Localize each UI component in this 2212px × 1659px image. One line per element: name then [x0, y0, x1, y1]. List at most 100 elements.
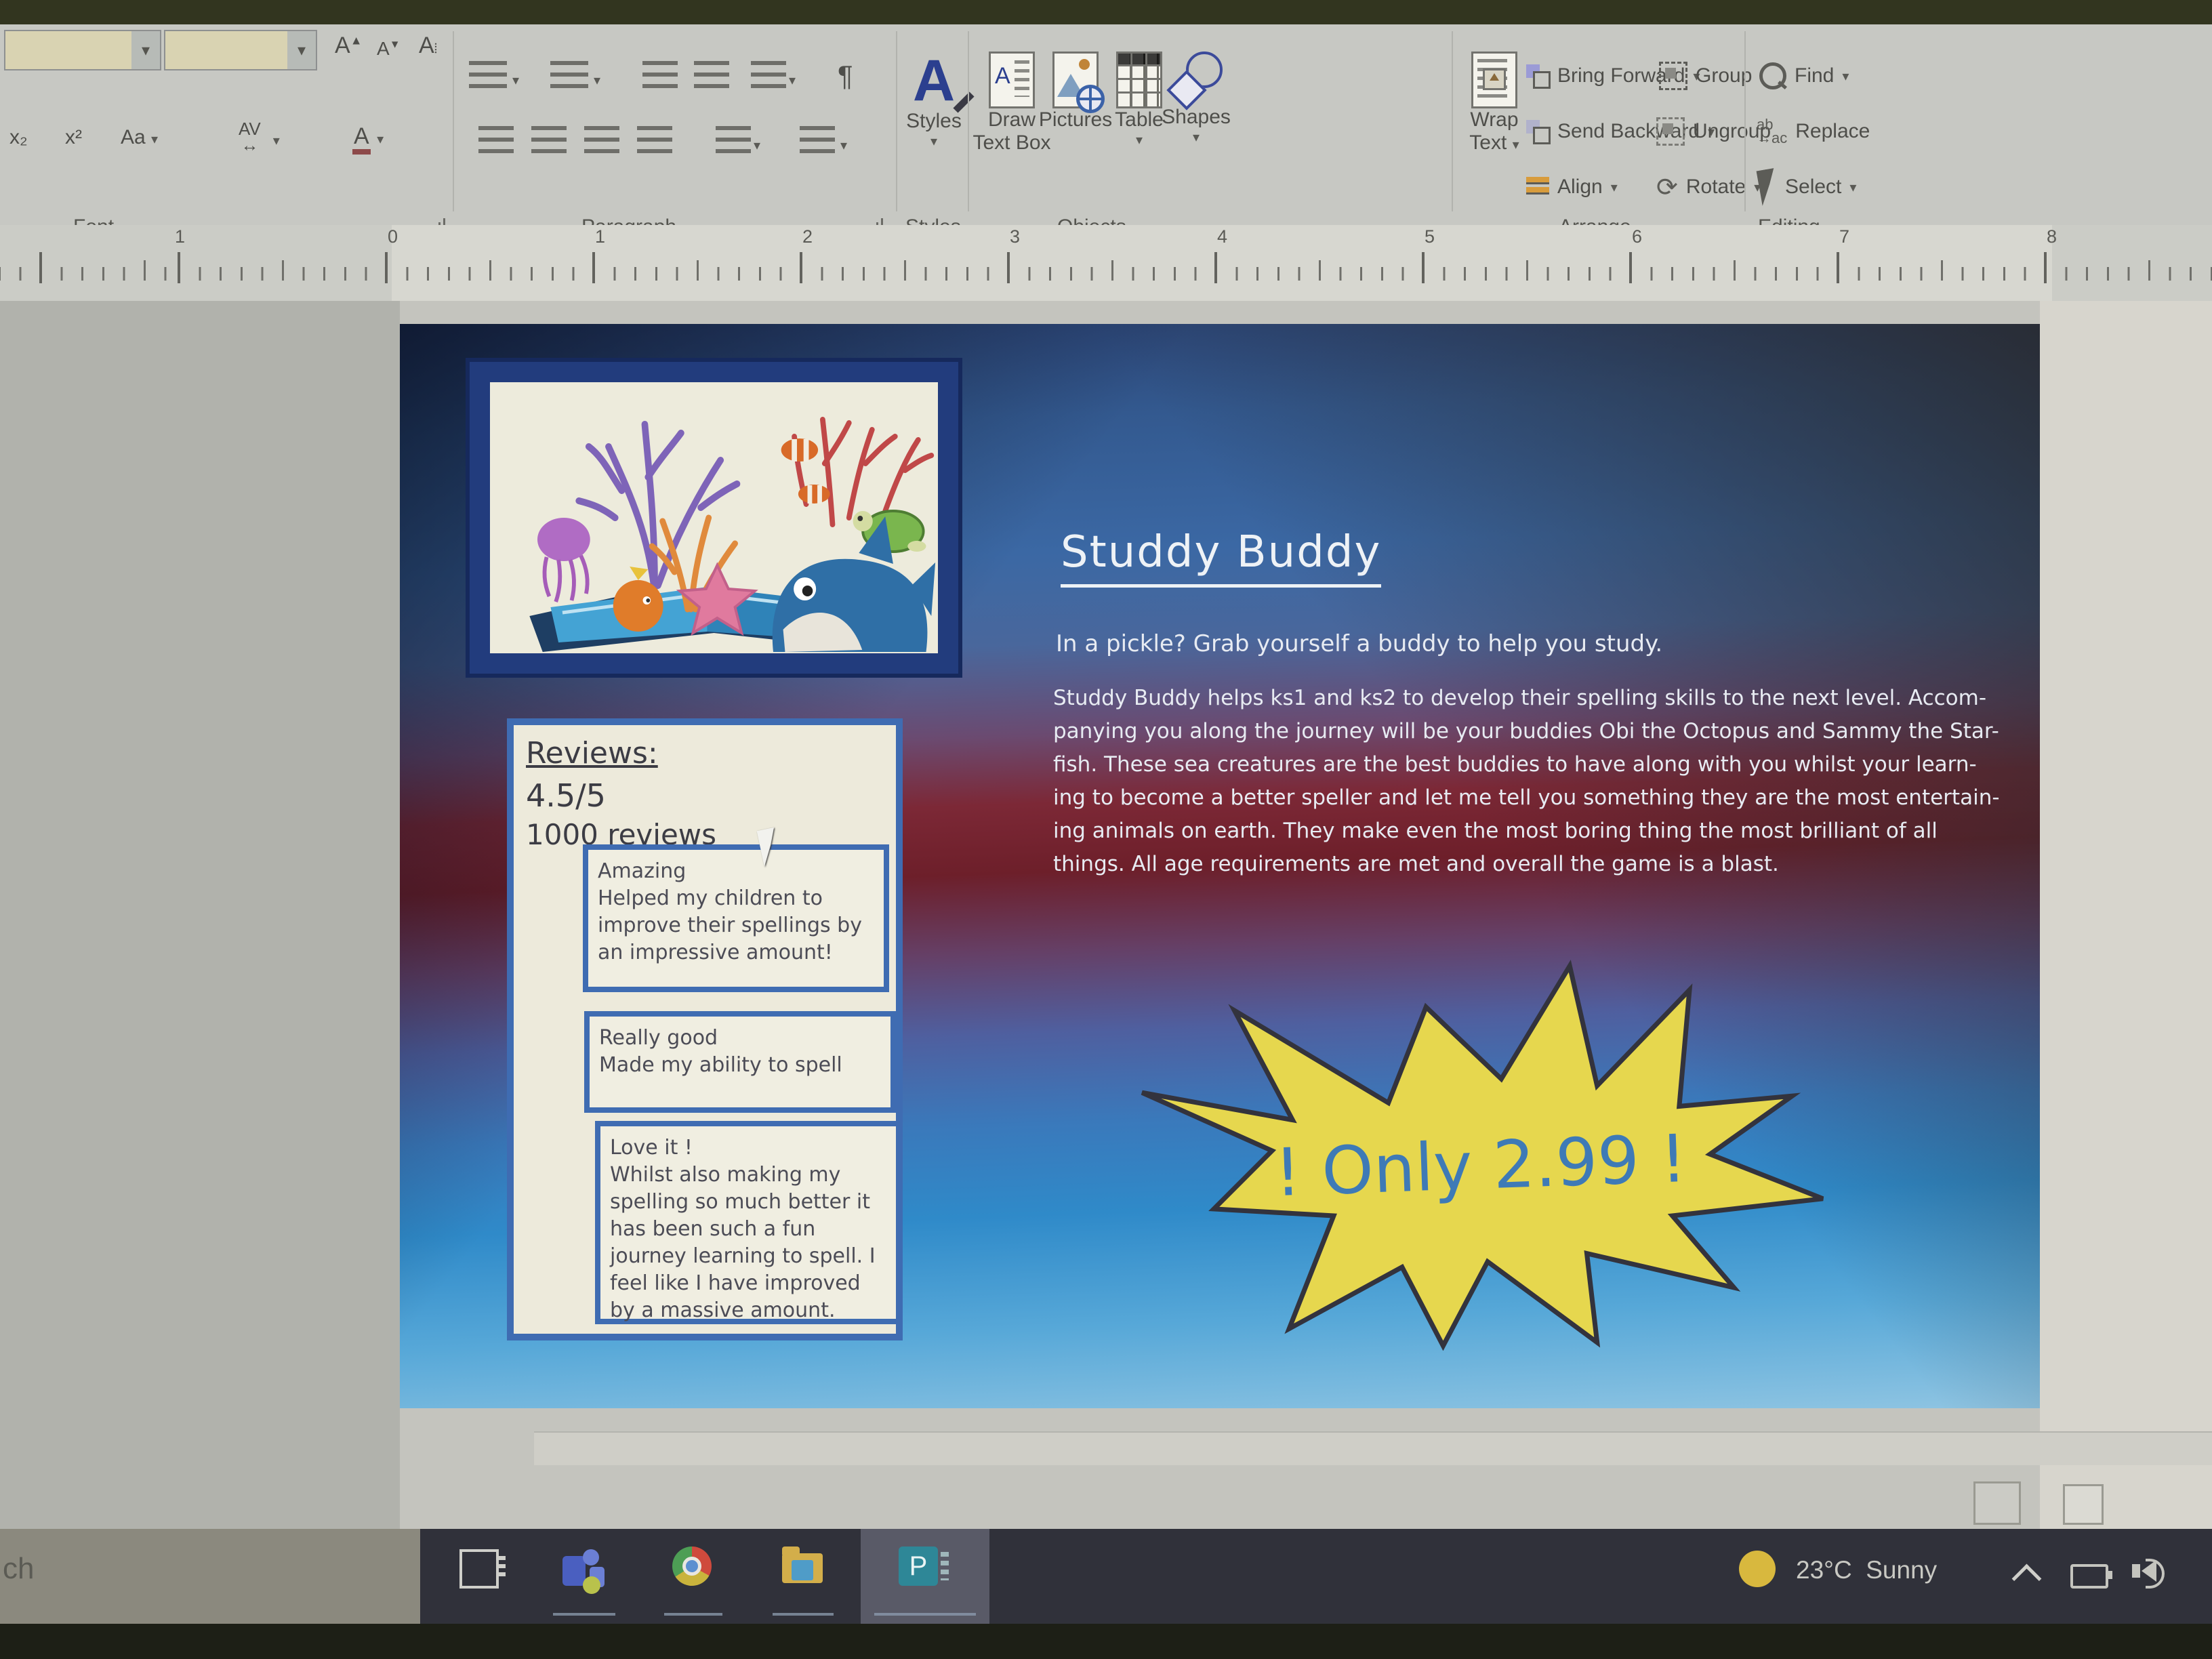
reviews-heading: Reviews: [526, 736, 896, 771]
line-spacing-button[interactable] [716, 126, 751, 153]
search-icon [1759, 62, 1786, 89]
bring-forward-icon [1526, 64, 1549, 87]
flyer-title[interactable]: Studdy Buddy [1061, 527, 1381, 588]
grow-font-button[interactable]: A▲ [335, 33, 363, 59]
two-page-view-icon[interactable] [2063, 1484, 2104, 1525]
publisher-icon: P [899, 1547, 938, 1586]
price-starburst[interactable]: ! Only 2.99 ! [1132, 944, 1830, 1351]
subscript-button[interactable]: x₂ [9, 126, 28, 149]
line-spacing-dropdown[interactable]: ▾ [754, 137, 760, 154]
chevron-up-icon[interactable] [2012, 1564, 2042, 1594]
align-button[interactable]: Align▾ [1526, 165, 1618, 209]
publisher-taskbar-button[interactable]: P [861, 1529, 989, 1624]
body-line: Studdy Buddy helps ks1 and ks2 to develo… [1053, 682, 2040, 715]
numbering-button[interactable] [550, 61, 588, 88]
ocean-book-illustration [490, 382, 938, 653]
reviews-rating: 4.5/5 [526, 777, 896, 814]
font-size-combobox[interactable]: ▾ [164, 30, 317, 70]
chrome-icon[interactable] [672, 1547, 712, 1586]
shapes-icon [1170, 52, 1223, 106]
ruler-number: 6 [1632, 226, 1642, 247]
taskbar: P 23°C Sunny [420, 1529, 2212, 1624]
ruler-number: 0 [388, 226, 398, 247]
body-line: ing to become a better speller and let m… [1053, 781, 2040, 815]
superscript-button[interactable]: x² [65, 126, 82, 149]
borders-shading-button[interactable] [800, 126, 835, 153]
flyer-picture[interactable] [466, 358, 962, 678]
bullets-dropdown[interactable]: ▾ [512, 72, 519, 89]
ribbon: ▾ ▾ A▲ A▼ A⦙ x₂ x² Aa ▾ AV ↔ ▾ A ▾ Font … [0, 24, 2212, 225]
ruler-number: 5 [1425, 226, 1435, 247]
ruler-number: 3 [1010, 226, 1020, 247]
review-title: Really good [599, 1025, 881, 1052]
align-center-button[interactable] [531, 126, 567, 153]
battery-icon[interactable] [2070, 1564, 2108, 1589]
horizontal-scrollbar[interactable] [534, 1431, 2212, 1465]
shrink-font-button[interactable]: A▼ [377, 38, 401, 60]
wrap-text-icon [1471, 52, 1517, 108]
review-box[interactable]: Really good Made my ability to spell [584, 1011, 896, 1113]
ruler-number: 2 [802, 226, 813, 247]
show-formatting-marks-button[interactable]: ¶ [838, 60, 853, 92]
select-button[interactable]: Select▾ [1759, 165, 1856, 209]
review-text: Helped my children to improve their spel… [598, 885, 874, 966]
search-box-fragment[interactable]: ch [3, 1552, 34, 1586]
sun-weather-icon[interactable] [1739, 1547, 1776, 1587]
review-text: Whilst also making my spelling so much b… [610, 1162, 886, 1324]
increase-indent-button[interactable] [694, 61, 729, 88]
character-spacing-button[interactable]: AV ↔ ▾ [239, 121, 261, 153]
group-button[interactable]: Group [1659, 54, 1752, 98]
speaker-icon[interactable] [2142, 1560, 2156, 1582]
body-line: panying you along the journey will be yo… [1053, 715, 2040, 748]
single-page-view-icon[interactable] [1973, 1481, 2021, 1525]
flyer-body-text[interactable]: Studdy Buddy helps ks1 and ks2 to develo… [1053, 682, 2040, 881]
ruler-number: 1 [595, 226, 605, 247]
price-text: ! Only 2.99 ! [1273, 1120, 1688, 1211]
taskbar-left-region: ch [0, 1529, 420, 1624]
align-icon [1526, 177, 1549, 197]
justify-button[interactable] [637, 126, 672, 153]
columns-dropdown[interactable]: ▾ [789, 72, 796, 89]
flyer-intro[interactable]: In a pickle? Grab yourself a buddy to he… [1056, 630, 1662, 657]
horizontal-ruler[interactable]: 1 0 1 2 3 4 5 6 7 8 [0, 225, 2212, 303]
file-explorer-icon[interactable] [782, 1547, 823, 1583]
body-line: fish. These sea creatures are the best b… [1053, 748, 2040, 781]
replace-button[interactable]: ab→ac Replace [1757, 110, 1870, 153]
group-icon [1659, 62, 1687, 90]
publication-page[interactable]: Studdy Buddy In a pickle? Grab yourself … [400, 324, 2040, 1408]
ruler-number: 8 [2047, 226, 2057, 247]
ruler-number: 7 [1839, 226, 1849, 247]
font-color-button[interactable]: A ▾ [352, 123, 384, 150]
ruler-number: 1 [175, 226, 185, 247]
ruler-number: 4 [1217, 226, 1227, 247]
teams-icon[interactable] [562, 1547, 606, 1590]
review-title: Love it ! [610, 1134, 886, 1162]
decrease-indent-button[interactable] [642, 61, 678, 88]
chevron-down-icon[interactable]: ▾ [287, 31, 316, 69]
review-box[interactable]: Amazing Helped my children to improve th… [583, 844, 889, 992]
font-name-combobox[interactable]: ▾ [4, 30, 161, 70]
chevron-down-icon[interactable]: ▾ [131, 31, 160, 69]
photo-bottom-edge [0, 1624, 2212, 1659]
replace-icon: ab→ac [1757, 118, 1787, 145]
weather-status[interactable]: 23°C Sunny [1796, 1556, 1937, 1584]
send-backward-icon [1526, 120, 1549, 143]
columns-button[interactable] [751, 61, 786, 88]
change-case-button[interactable]: Aa ▾ [121, 126, 158, 149]
body-line: things. All age requirements are met and… [1053, 848, 2040, 881]
find-button[interactable]: Find▾ [1759, 54, 1849, 98]
borders-dropdown[interactable]: ▾ [840, 137, 847, 154]
task-view-icon[interactable] [459, 1547, 499, 1589]
ungroup-button[interactable]: Ungroup [1656, 110, 1771, 153]
align-left-button[interactable] [478, 126, 514, 153]
select-cursor-icon [1757, 168, 1780, 206]
shapes-button[interactable]: Shapes ▾ [1145, 52, 1247, 146]
clear-formatting-button[interactable]: A⦙ [419, 33, 437, 59]
body-line: ing animals on earth. They make even the… [1053, 815, 2040, 848]
bullets-button[interactable] [469, 61, 507, 88]
align-right-button[interactable] [584, 126, 619, 153]
review-box[interactable]: Love it ! Whilst also making my spelling… [595, 1121, 901, 1324]
review-text: Made my ability to spell [599, 1052, 881, 1079]
numbering-dropdown[interactable]: ▾ [594, 72, 600, 89]
rotate-icon: ⟳ [1656, 172, 1678, 203]
